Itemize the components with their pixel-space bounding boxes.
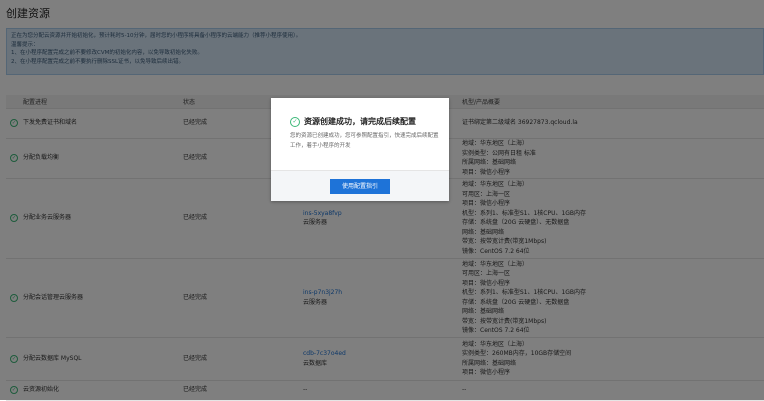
use-config-guide-button[interactable]: 使用配置指引 [330, 179, 390, 194]
dialog-body: 您的资源已创建成功，您可参照配置指引，快速完成后续配置工作，着手小程序的开发 [290, 133, 439, 149]
check-circle-icon: ✓ [290, 116, 300, 127]
dialog-header: ✓ 资源创建成功，请完成后续配置 [290, 116, 416, 127]
dialog-title: 资源创建成功，请完成后续配置 [304, 117, 416, 126]
success-dialog: ✓ 资源创建成功，请完成后续配置 您的资源已创建成功，您可参照配置指引，快速完成… [271, 98, 449, 201]
dialog-footer: 使用配置指引 [271, 170, 449, 201]
